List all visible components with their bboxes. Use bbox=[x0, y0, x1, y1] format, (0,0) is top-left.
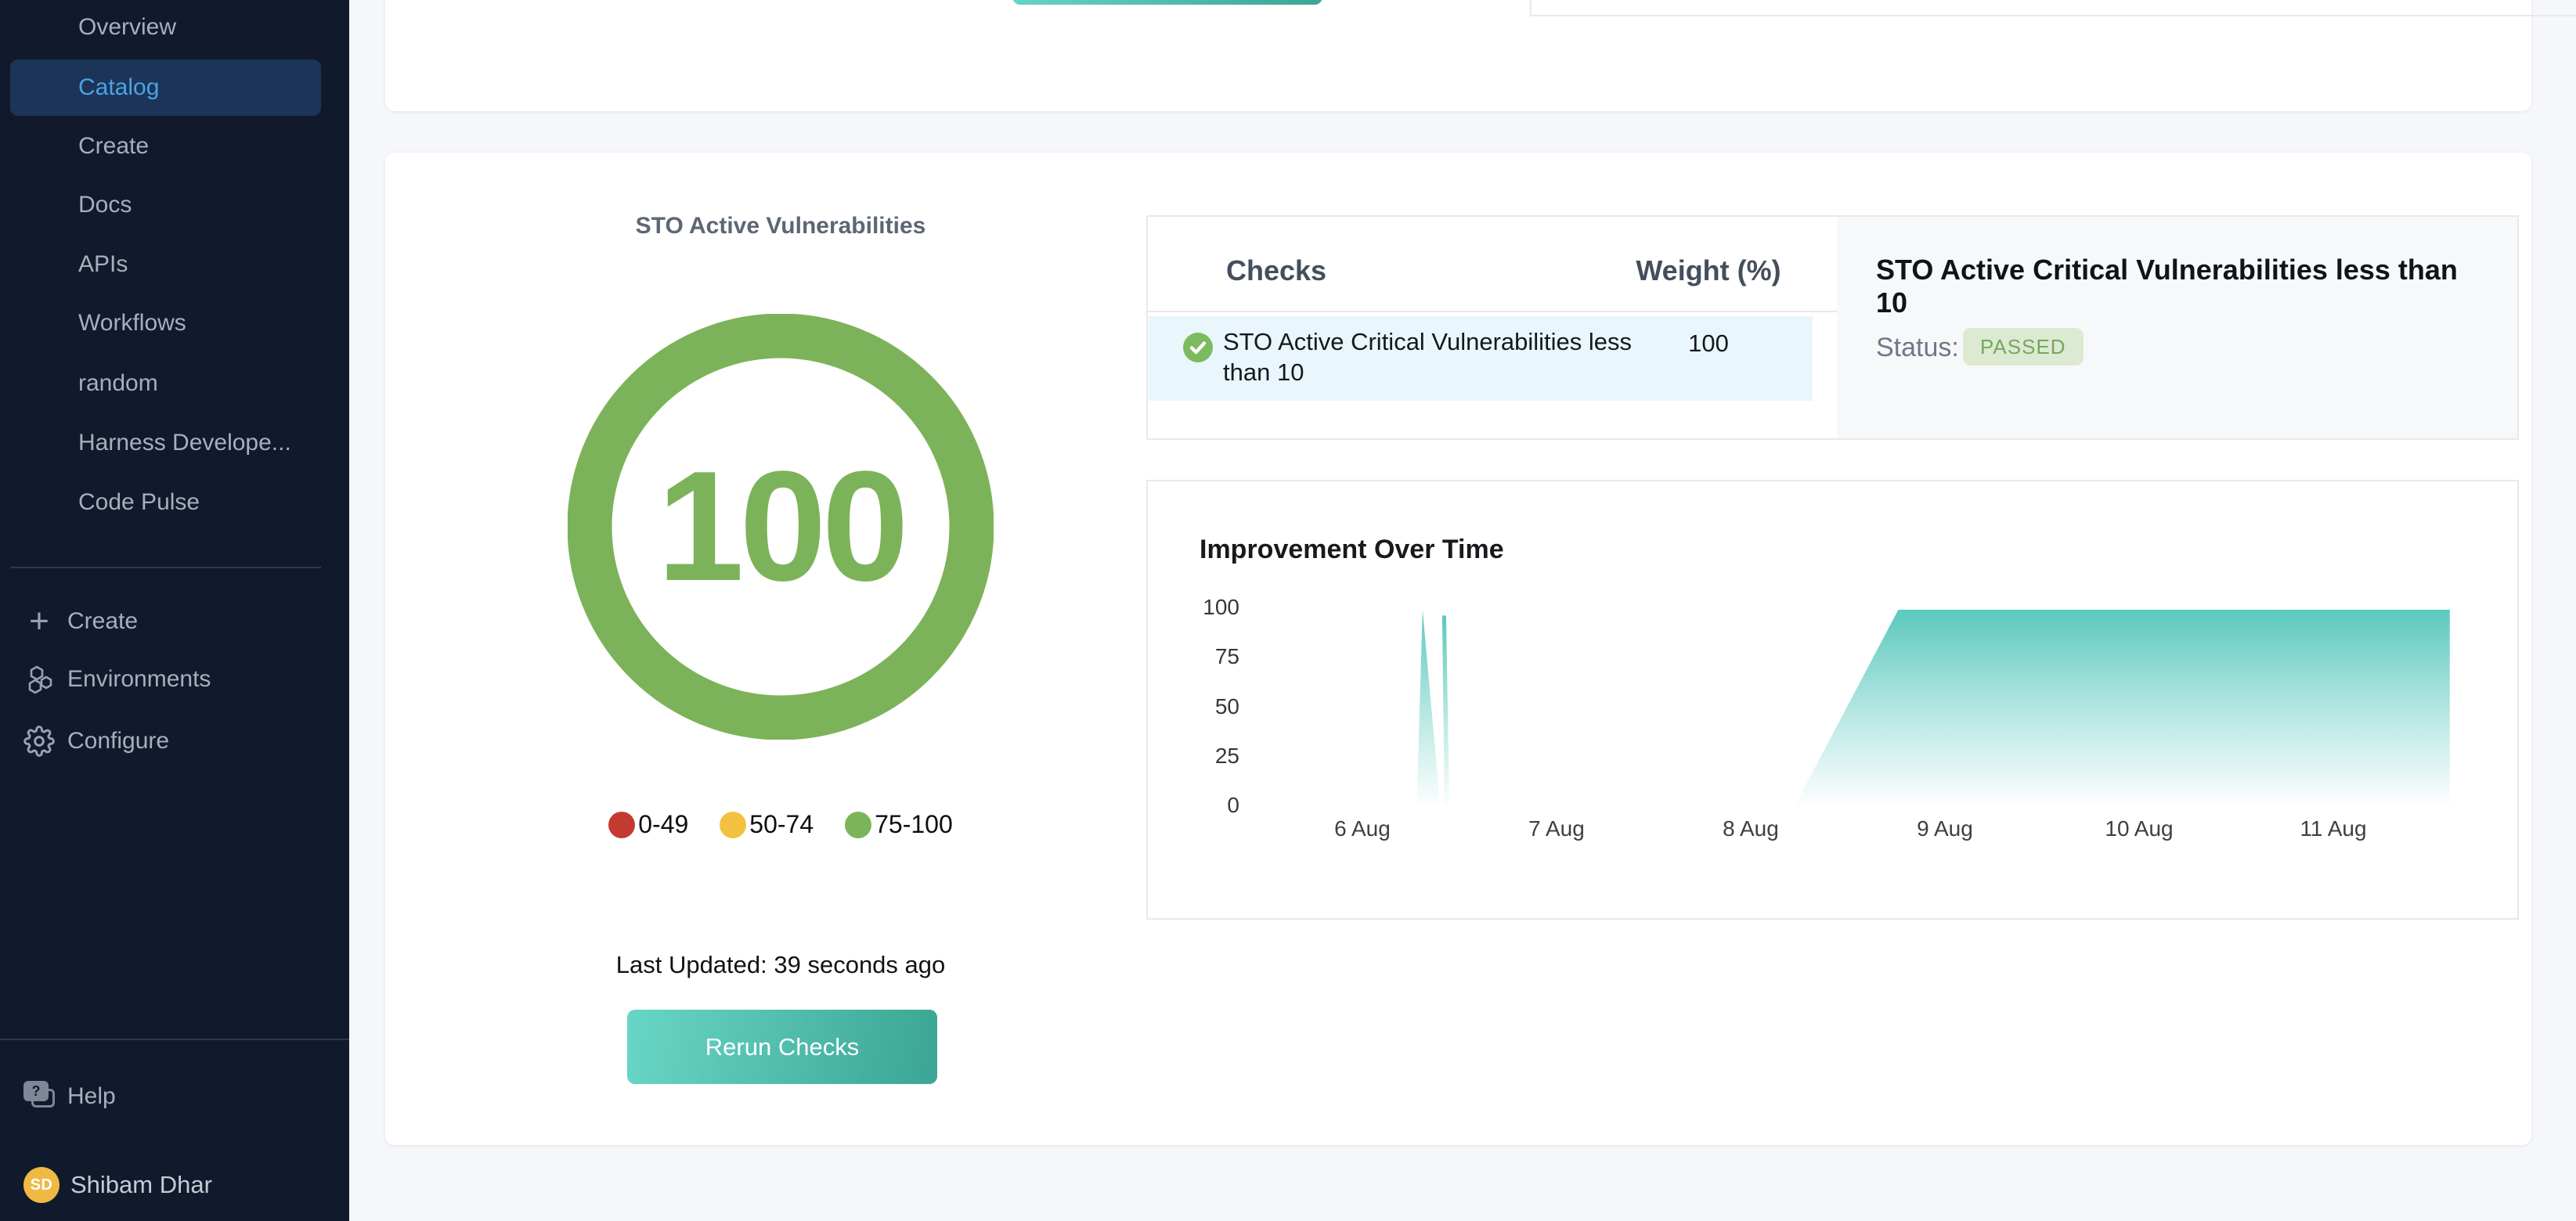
last-updated-text: Last Updated: 39 seconds ago bbox=[385, 951, 1176, 979]
user-name: Shibam Dhar bbox=[70, 1171, 212, 1199]
gear-icon bbox=[23, 726, 55, 757]
score-legend: 0-49 50-74 75-100 bbox=[385, 810, 1176, 839]
avatar: SD bbox=[23, 1167, 60, 1203]
x-tick-8aug: 8 Aug bbox=[1688, 816, 1813, 841]
sidebar-item-harness-developer[interactable]: Harness Develope... bbox=[0, 413, 349, 473]
sidebar-divider bbox=[10, 567, 321, 568]
x-tick-6aug: 6 Aug bbox=[1300, 816, 1425, 841]
y-tick-100: 100 bbox=[1148, 595, 1239, 620]
weight-column-header: Weight (%) bbox=[1630, 254, 1787, 287]
y-tick-0: 0 bbox=[1148, 793, 1239, 818]
sidebar-help[interactable]: ? Help bbox=[0, 1067, 349, 1126]
previous-chart-panel-bottom bbox=[1530, 0, 2576, 16]
sidebar-item-random[interactable]: random bbox=[0, 354, 349, 413]
checks-container: Checks Weight (%) STO Active Critical Vu… bbox=[1146, 215, 2519, 440]
score-gauge: 100 bbox=[568, 314, 994, 740]
table-header-divider bbox=[1148, 311, 1837, 312]
sidebar-item-docs[interactable]: Docs bbox=[0, 175, 349, 235]
sidebar-item-label: Code Pulse bbox=[78, 489, 200, 516]
y-tick-75: 75 bbox=[1148, 644, 1239, 669]
x-tick-9aug: 9 Aug bbox=[1882, 816, 2008, 841]
action-label: Create bbox=[67, 608, 138, 635]
score-value: 100 bbox=[568, 314, 994, 740]
sidebar-item-create[interactable]: Create bbox=[0, 117, 349, 176]
y-tick-25: 25 bbox=[1148, 744, 1239, 769]
legend-item-high: 75-100 bbox=[845, 810, 953, 839]
sidebar-bottom-divider bbox=[0, 1039, 349, 1040]
check-detail-panel: STO Active Critical Vulnerabilities less… bbox=[1837, 217, 2517, 438]
sidebar: Overview Catalog Create Docs APIs Workfl… bbox=[0, 0, 349, 1221]
chart-title: Improvement Over Time bbox=[1200, 535, 1504, 565]
rerun-checks-button-partial[interactable]: Rerun Checks bbox=[1012, 0, 1322, 5]
legend-dot-red bbox=[608, 812, 635, 838]
area-series-score-spike bbox=[1416, 610, 1440, 805]
plus-icon: + bbox=[23, 606, 55, 637]
legend-item-low: 0-49 bbox=[608, 810, 688, 839]
check-weight-value: 100 bbox=[1630, 330, 1787, 358]
check-passed-icon bbox=[1183, 333, 1213, 362]
sidebar-item-label: random bbox=[78, 370, 158, 397]
sidebar-item-label: Catalog bbox=[78, 74, 159, 101]
sidebar-item-apis[interactable]: APIs bbox=[0, 235, 349, 294]
status-badge: PASSED bbox=[1963, 328, 2084, 366]
legend-dot-green bbox=[845, 812, 871, 838]
action-label: Environments bbox=[67, 666, 211, 693]
sidebar-item-label: Docs bbox=[78, 192, 132, 218]
sidebar-user[interactable]: SD Shibam Dhar bbox=[0, 1157, 349, 1213]
scorecard-title: STO Active Vulnerabilities bbox=[385, 213, 1176, 240]
check-name: STO Active Critical Vulnerabilities less… bbox=[1223, 326, 1685, 387]
area-series-score-spike-sliver bbox=[1442, 616, 1449, 805]
sidebar-item-catalog[interactable]: Catalog bbox=[10, 59, 321, 116]
help-label: Help bbox=[67, 1083, 116, 1110]
status-label: Status: bbox=[1876, 333, 1959, 363]
sidebar-action-create[interactable]: + Create bbox=[0, 592, 349, 651]
sidebar-item-workflows[interactable]: Workflows bbox=[0, 294, 349, 353]
sidebar-item-label: Overview bbox=[78, 14, 176, 41]
checks-column-header: Checks bbox=[1226, 254, 1326, 287]
x-tick-11aug: 11 Aug bbox=[2271, 816, 2396, 841]
check-detail-heading: STO Active Critical Vulnerabilities less… bbox=[1876, 254, 2495, 319]
x-tick-7aug: 7 Aug bbox=[1494, 816, 1619, 841]
y-tick-50: 50 bbox=[1148, 694, 1239, 719]
sidebar-item-label: Harness Develope... bbox=[78, 430, 291, 456]
area-chart bbox=[1254, 604, 2460, 806]
sidebar-item-overview[interactable]: Overview bbox=[0, 0, 349, 57]
legend-dot-yellow bbox=[720, 812, 746, 838]
improvement-chart-panel: Improvement Over Time 100 75 50 25 0 6 A… bbox=[1146, 480, 2519, 920]
sidebar-action-configure[interactable]: Configure bbox=[0, 711, 349, 771]
legend-item-mid: 50-74 bbox=[720, 810, 814, 839]
sidebar-item-label: APIs bbox=[78, 251, 128, 278]
sidebar-item-code-pulse[interactable]: Code Pulse bbox=[0, 473, 349, 532]
scorecard-card-previous: Rerun Checks bbox=[385, 0, 2531, 111]
hexagons-icon bbox=[23, 664, 55, 695]
rerun-checks-button[interactable]: Rerun Checks bbox=[627, 1010, 937, 1084]
help-chat-icon: ? bbox=[23, 1081, 58, 1114]
sidebar-action-environments[interactable]: Environments bbox=[0, 650, 349, 709]
x-tick-10aug: 10 Aug bbox=[2076, 816, 2202, 841]
action-label: Configure bbox=[67, 728, 169, 755]
sidebar-item-label: Create bbox=[78, 133, 149, 160]
area-series-score-plateau bbox=[1795, 610, 2450, 805]
check-row[interactable]: STO Active Critical Vulnerabilities less… bbox=[1149, 316, 1813, 401]
sidebar-item-label: Workflows bbox=[78, 310, 186, 337]
checks-table: Checks Weight (%) STO Active Critical Vu… bbox=[1148, 217, 1837, 438]
